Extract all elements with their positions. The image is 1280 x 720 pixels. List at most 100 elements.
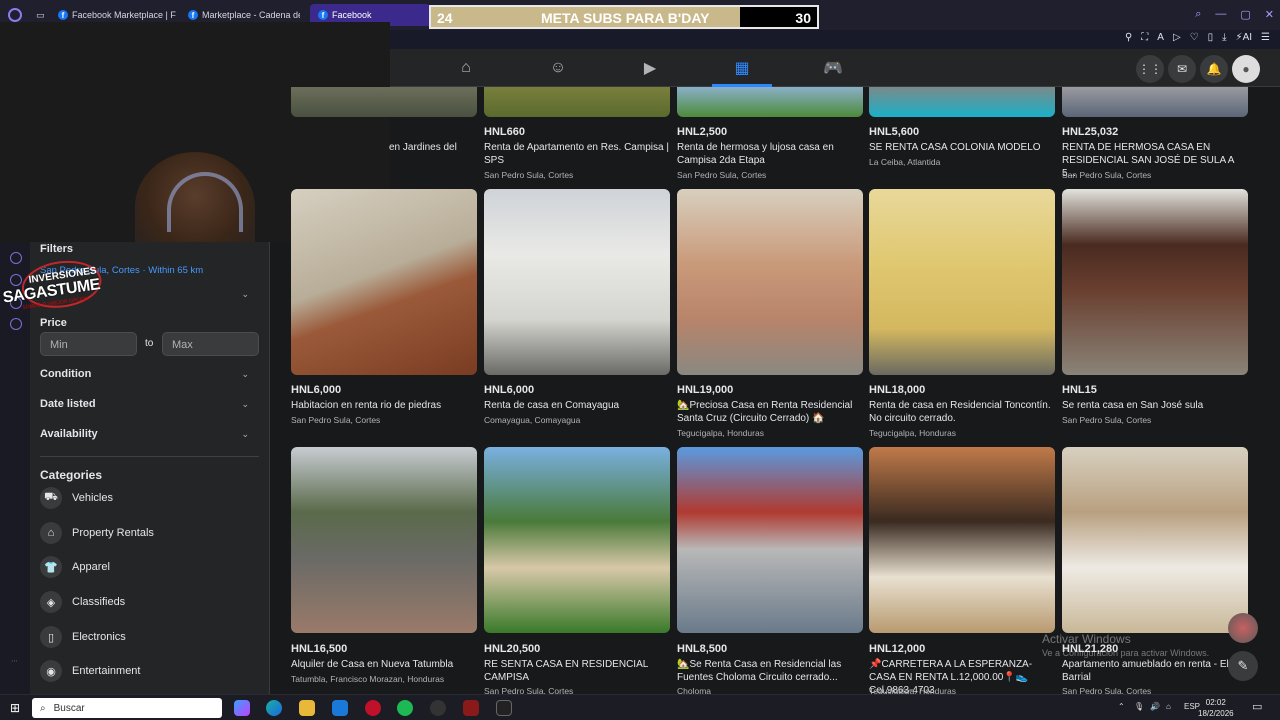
listing-title[interactable]: Habitacion en renta rio de piedras — [291, 399, 477, 412]
minimize-icon[interactable]: — — [1215, 8, 1226, 21]
listing-location: Comayagua, Comayagua — [484, 415, 581, 425]
close-icon[interactable]: ✕ — [1265, 8, 1274, 21]
listing-title[interactable]: 🏡Se Renta Casa en Residencial las Fuente… — [677, 658, 863, 684]
filter-condition[interactable]: Condition — [40, 368, 91, 380]
search-icon: ⌕ — [40, 702, 46, 714]
subs-goal: 30 — [795, 10, 811, 26]
home-icon[interactable]: ⌂ — [455, 57, 477, 79]
listing-location: San Pedro Sula, Cortes — [291, 415, 381, 425]
listing-image[interactable] — [869, 189, 1055, 375]
filter-date-listed[interactable]: Date listed — [40, 398, 96, 410]
menu-grid-icon[interactable]: ⋮⋮ — [1136, 55, 1164, 83]
listing-title[interactable]: Apartamento amueblado en renta - El Barr… — [1062, 658, 1248, 684]
chevron-down-icon[interactable]: ⌄ — [241, 289, 249, 300]
phone-icon: ▯ — [40, 626, 62, 648]
watch-icon[interactable]: ▶ — [639, 57, 661, 79]
spotify-icon[interactable] — [397, 700, 413, 716]
category-property-rentals[interactable]: ⌂ Property Rentals — [40, 522, 154, 544]
translate-icon[interactable]: A — [1157, 32, 1164, 43]
epic-games-icon[interactable] — [496, 700, 512, 716]
ai-icon[interactable]: ⚡AI — [1236, 32, 1252, 43]
listing-image[interactable] — [1062, 447, 1248, 633]
microphone-icon[interactable]: 🎙 — [1134, 702, 1144, 711]
listing-image[interactable] — [1062, 87, 1248, 117]
listing-title[interactable]: Renta de casa en Comayagua — [484, 399, 670, 412]
filter-availability[interactable]: Availability — [40, 428, 98, 440]
opera-gx-icon[interactable] — [365, 700, 381, 716]
chevron-down-icon[interactable]: ⌄ — [241, 369, 249, 380]
app-icon[interactable] — [430, 700, 446, 716]
listing-image[interactable] — [869, 87, 1055, 117]
listing-image[interactable] — [291, 87, 477, 117]
floating-avatar[interactable] — [1228, 613, 1258, 643]
listing-title[interactable]: SE RENTA CASA COLONIA MODELO — [869, 141, 1055, 154]
pin-icon[interactable]: ⚲ — [1125, 32, 1132, 43]
search-icon[interactable]: ⌕ — [1195, 8, 1201, 21]
chevron-down-icon[interactable]: ⌄ — [241, 429, 249, 440]
listing-location: La Ceiba, Atlantida — [869, 157, 941, 167]
avatar[interactable]: ● — [1232, 55, 1260, 83]
listing-image[interactable] — [1062, 189, 1248, 375]
listing-image[interactable] — [677, 189, 863, 375]
listing-image[interactable] — [869, 447, 1055, 633]
listing-title[interactable]: 🏡Preciosa Casa en Renta Residencial Sant… — [677, 399, 863, 425]
clock-time: 02:02 — [1205, 698, 1226, 707]
friends-icon[interactable]: ☺ — [547, 57, 569, 79]
network-icon[interactable]: ⌂ — [1166, 702, 1171, 711]
tray-chevron-icon[interactable]: ⌃ — [1118, 702, 1125, 711]
car-icon: ⛟ — [40, 487, 62, 509]
category-entertainment[interactable]: ◉ Entertainment — [40, 660, 140, 682]
listing-title[interactable]: RE SENTA CASA EN RESIDENCIAL CAMPISA — [484, 658, 670, 684]
app-icon[interactable] — [463, 700, 479, 716]
price-max-input[interactable]: Max — [162, 332, 259, 356]
listing-image[interactable] — [291, 447, 477, 633]
chevron-down-icon[interactable]: ⌄ — [241, 399, 249, 410]
file-explorer-icon[interactable] — [299, 700, 315, 716]
listing-image[interactable] — [677, 87, 863, 117]
category-classifieds[interactable]: ◈ Classifieds — [40, 591, 125, 613]
listing-title[interactable]: Alquiler de Casa en Nueva Tatumbla — [291, 658, 477, 671]
listing-image[interactable] — [291, 189, 477, 375]
category-apparel[interactable]: 👕 Apparel — [40, 556, 110, 578]
price-min-input[interactable]: Min — [40, 332, 137, 356]
screenshot-icon[interactable]: ⛶ — [1141, 32, 1148, 43]
gaming-icon[interactable]: 🎮 — [822, 57, 844, 79]
menu-icon[interactable]: ☰ — [1261, 32, 1270, 43]
listing-title[interactable]: Renta de casa en Residencial Toncontín. … — [869, 399, 1055, 425]
download-icon[interactable]: ⤓ — [1222, 32, 1226, 43]
listing-image[interactable] — [677, 447, 863, 633]
tab-label: Facebook — [332, 10, 372, 20]
edge-icon[interactable] — [266, 700, 282, 716]
volume-icon[interactable]: 🔊 — [1150, 702, 1160, 711]
listing-title[interactable]: en Jardines del — [389, 141, 479, 154]
category-electronics[interactable]: ▯ Electronics — [40, 626, 126, 648]
listing-price: HNL19,000 — [677, 384, 734, 396]
notifications-icon[interactable]: 🔔 — [1200, 55, 1228, 83]
rail-app-icon[interactable] — [10, 252, 22, 264]
compose-icon[interactable]: ✎ — [1228, 651, 1258, 681]
listing-image[interactable] — [484, 87, 670, 117]
window-controls: ⌕ — ▢ ✕ — [1195, 8, 1274, 21]
listing-image[interactable] — [484, 447, 670, 633]
play-icon[interactable]: ▷ — [1173, 32, 1181, 43]
activation-title: Activar Windows — [1042, 632, 1131, 646]
rail-more-icon[interactable]: ⋯ — [11, 657, 18, 665]
messenger-icon[interactable]: ✉ — [1168, 55, 1196, 83]
subs-label: META SUBS PARA B'DAY — [541, 10, 710, 26]
listing-image[interactable] — [484, 189, 670, 375]
sidebar-icon[interactable]: ▯ — [1208, 32, 1214, 43]
copilot-icon[interactable] — [234, 700, 250, 716]
category-vehicles[interactable]: ⛟ Vehicles — [40, 487, 113, 509]
windows-start-icon[interactable]: ⊞ — [10, 701, 20, 715]
listing-title[interactable]: Se renta casa en San José sula — [1062, 399, 1248, 412]
listing-title[interactable]: Renta de Apartamento en Res. Campisa | S… — [484, 141, 670, 167]
notification-center-icon[interactable]: ▭ — [1252, 700, 1262, 713]
marketplace-icon[interactable]: ▦ — [731, 57, 753, 79]
taskbar-search-input[interactable]: ⌕ Buscar — [32, 698, 222, 718]
store-icon[interactable] — [332, 700, 348, 716]
rail-app-icon[interactable] — [10, 318, 22, 330]
listing-title[interactable]: Renta de hermosa y lujosa casa en Campis… — [677, 141, 863, 167]
heart-icon[interactable]: ♡ — [1190, 32, 1199, 43]
system-clock[interactable]: 02:02 18/2/2026 — [1198, 697, 1234, 719]
maximize-icon[interactable]: ▢ — [1240, 8, 1250, 21]
